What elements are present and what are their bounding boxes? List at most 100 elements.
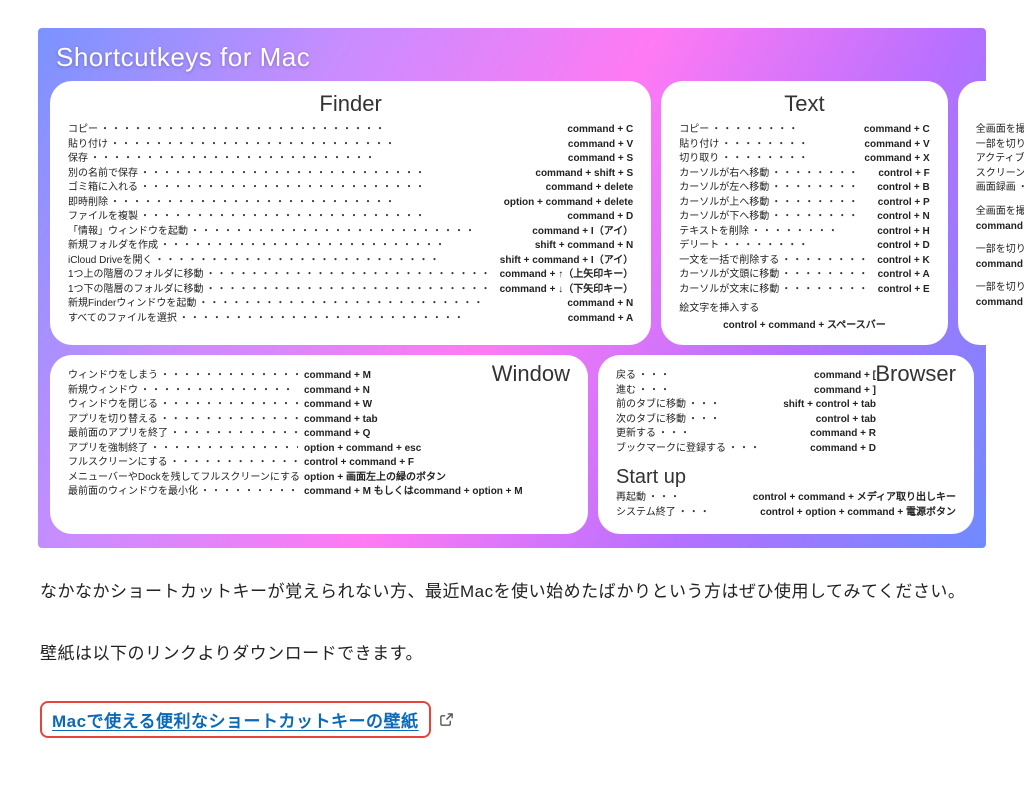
screenshot-note: 一部を切り取って撮影したものをクリップボードにコピーcommand + shif…: [976, 242, 1024, 272]
dots-filler: [138, 181, 540, 196]
shortcut-key: command + X: [858, 152, 929, 167]
shortcut-row: システム終了control + option + command + 電源ボタン: [616, 506, 956, 521]
external-link-icon: [439, 712, 454, 727]
shortcut-label: 貼り付け: [68, 138, 108, 153]
shortcut-key: command + ↓（下矢印キー）: [494, 283, 634, 298]
shortcut-label: ウィンドウをしまう: [68, 369, 158, 384]
shortcut-row: スクリーンショットのツールバーを起動command + shift + 5: [976, 167, 1024, 182]
shortcut-label: ゴミ箱に入れる: [68, 181, 138, 196]
shortcut-row: コピーcommand + C: [679, 123, 930, 138]
shortcut-label: カーソルが文末に移動: [679, 283, 779, 298]
shortcut-label: テキストを削除: [679, 225, 749, 240]
shortcut-label: 進む: [616, 384, 636, 399]
shortcut-label: 1つ下の階層のフォルダに移動: [68, 283, 204, 298]
shortcut-label: 保存: [68, 152, 88, 167]
shortcut-key: command + R: [804, 427, 876, 442]
dots-filler: [719, 138, 858, 153]
dots-filler: [168, 427, 298, 442]
shortcut-label: 戻る: [616, 369, 636, 384]
shortcut-row: 最前面のアプリを終了command + Q: [68, 427, 570, 442]
shortcut-key: control + N: [871, 210, 930, 225]
text-heading: Text: [679, 91, 930, 117]
shortcut-row: 再起動control + command + メディア取り出しキー: [616, 491, 956, 506]
note-label: 一部を切り取って撮影したものをクリップボードにコピー: [976, 280, 1024, 295]
shortcut-key: command + D: [561, 210, 633, 225]
shortcut-label: 再起動: [616, 491, 646, 506]
shortcut-key: control + K: [871, 254, 930, 269]
shortcut-key: control + P: [872, 196, 930, 211]
shortcut-key: control + D: [871, 239, 930, 254]
startup-list: 再起動control + command + メディア取り出しキーシステム終了c…: [616, 491, 956, 520]
shortcut-row: コピーcommand + C: [68, 123, 633, 138]
shortcut-row: 1つ上の階層のフォルダに移動command + ↑（上矢印キー）: [68, 268, 633, 283]
shortcut-label: 即時削除: [68, 196, 108, 211]
download-link[interactable]: Macで使える便利なショートカットキーの壁紙: [40, 701, 431, 738]
dots-filler: [188, 225, 526, 240]
shortcut-key: option + command + esc: [298, 442, 421, 457]
card-browser: Browser 戻るcommand + [進むcommand + ]前のタブに移…: [598, 355, 974, 534]
shortcut-key: command + ↑（上矢印キー）: [494, 268, 634, 283]
shortcut-label: 新規ウィンドウ: [68, 384, 138, 399]
shortcut-key: command + D: [804, 442, 876, 457]
shortcut-row: すべてのファイルを選択command + A: [68, 312, 633, 327]
dots-filler: [636, 384, 808, 399]
shortcut-key: shift + command + N: [529, 239, 633, 254]
shortcut-row: カーソルが文頭に移動control + A: [679, 268, 930, 283]
shortcut-row: 戻る command + [: [616, 369, 876, 384]
note-key: command + shift + 3 + control: [976, 219, 1024, 234]
shortcut-label: 貼り付け: [679, 138, 719, 153]
dots-filler: [88, 152, 562, 167]
dots-filler: [158, 398, 298, 413]
dots-filler: [138, 384, 298, 399]
finder-heading: Finder: [68, 91, 633, 117]
shortcut-key: command + M: [298, 369, 371, 384]
article-paragraph-2: 壁紙は以下のリンクよりダウンロードできます。: [40, 636, 984, 672]
note-key: command + shift + 4 + control: [976, 257, 1024, 272]
shortcut-label: スクリーンショットのツールバーを起動: [976, 167, 1024, 182]
dots-filler: [719, 239, 871, 254]
dots-filler: [148, 442, 298, 457]
shortcut-row: 全画面を撮影command + shift + 3: [976, 123, 1024, 138]
shortcut-row: ブックマークに登録するcommand + D: [616, 442, 876, 457]
article-paragraph-1: なかなかショートカットキーが覚えられない方、最近Macを使い始めたばかりという方…: [40, 574, 984, 610]
dots-filler: [177, 312, 562, 327]
shortcut-row: 1つ下の階層のフォルダに移動 command + ↓（下矢印キー）: [68, 283, 633, 298]
shortcut-row: アプリを切り替える command + tab: [68, 413, 570, 428]
dots-filler: [769, 181, 871, 196]
shortcut-row: 即時削除option + command + delete: [68, 196, 633, 211]
wallpaper-title: Shortcutkeys for Mac: [56, 42, 974, 73]
shortcut-row: 最前面のウィンドウを最小化command + M もしくはcommand + o…: [68, 485, 570, 500]
shortcut-key: control + H: [871, 225, 930, 240]
shortcut-row: 進むcommand + ]: [616, 384, 876, 399]
shortcut-row: カーソルが上へ移動control + P: [679, 196, 930, 211]
shortcut-row: 別の名前で保存command + shift + S: [68, 167, 633, 182]
shortcut-key: command + N: [561, 297, 633, 312]
shortcut-key: control + A: [872, 268, 930, 283]
shortcut-row: デリートcontrol + D: [679, 239, 930, 254]
shortcut-key: command + tab: [298, 413, 378, 428]
shortcut-key: shift + control + tab: [777, 398, 876, 413]
shortcut-row: 切り取りcommand + X: [679, 152, 930, 167]
wallpaper-image: Shortcutkeys for Mac Finder コピーcommand +…: [38, 28, 986, 548]
shortcut-row: 貼り付けcommand + V: [679, 138, 930, 153]
shortcut-row: iCloud Driveを開くshift + command + I（アイ）: [68, 254, 633, 269]
shortcut-row: 保存command + S: [68, 152, 633, 167]
shortcut-key: command + M もしくはcommand + option + M: [298, 485, 523, 500]
dots-filler: [198, 485, 298, 500]
shortcut-label: カーソルが下へ移動: [679, 210, 769, 225]
screenshot-notes: 全画面を撮影したものをクリップボードにコピーcommand + shift + …: [976, 204, 1024, 310]
dots-filler: [779, 283, 872, 298]
shortcut-row: 次のタブに移動control + tab: [616, 413, 876, 428]
shortcut-label: アクティブウィンドウを撮影: [976, 152, 1024, 167]
shortcut-row: 更新するcommand + R: [616, 427, 876, 442]
dots-filler: [196, 297, 561, 312]
shortcut-label: 画面録画: [976, 181, 1016, 196]
shortcut-label: アプリを切り替える: [68, 413, 158, 428]
shortcut-key: command + [: [808, 369, 876, 384]
shortcut-label: 別の名前で保存: [68, 167, 138, 182]
shortcut-label: iCloud Driveを開く: [68, 254, 152, 269]
shortcut-label: 次のタブに移動: [616, 413, 686, 428]
shortcut-row: 「情報」ウィンドウを起動command + I（アイ）: [68, 225, 633, 240]
dots-filler: [676, 506, 754, 521]
dots-filler: [646, 491, 747, 506]
